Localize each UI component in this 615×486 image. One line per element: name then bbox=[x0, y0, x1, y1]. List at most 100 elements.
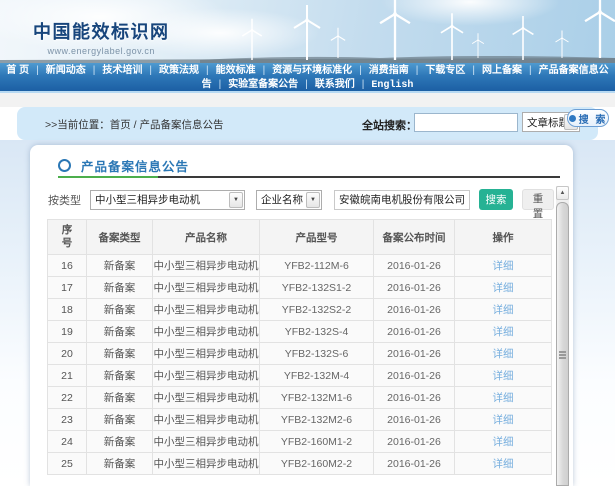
cell-seq: 20 bbox=[48, 343, 87, 365]
cell-name: 中小型三相异步电动机 bbox=[153, 409, 260, 431]
filter-search-button[interactable]: 搜索 bbox=[479, 189, 513, 210]
filter-toolbar: 按类型 中小型三相异步电动机 ▼ 企业名称 ▼ 搜索 重置 bbox=[48, 189, 554, 210]
nav-item-0[interactable]: 首 页 bbox=[6, 65, 29, 76]
breadcrumb-bar: >>当前位置：首页 / 产品备案信息公告 全站搜索： 文章标题 ▼ bbox=[17, 107, 598, 140]
column-header-1: 备案类型 bbox=[87, 220, 153, 255]
filter-reset-button[interactable]: 重置 bbox=[522, 189, 554, 210]
detail-link[interactable]: 详细 bbox=[493, 304, 514, 316]
scrollbar-grip bbox=[559, 351, 566, 353]
cell-name: 中小型三相异步电动机 bbox=[153, 277, 260, 299]
breadcrumb-home-link[interactable]: 首页 bbox=[110, 119, 131, 131]
section-underline bbox=[58, 176, 560, 178]
vertical-scrollbar[interactable]: ▲ bbox=[556, 186, 569, 486]
table-row: 18新备案中小型三相异步电动机YFB2-132S2-22016-01-26详细 bbox=[48, 299, 552, 321]
cell-name: 中小型三相异步电动机 bbox=[153, 431, 260, 453]
cell-date: 2016-01-26 bbox=[374, 365, 455, 387]
cell-seq: 25 bbox=[48, 453, 87, 475]
nav-item-6[interactable]: 消费指南 bbox=[369, 65, 409, 76]
nav-item-7[interactable]: 下载专区 bbox=[425, 65, 465, 76]
detail-link[interactable]: 详细 bbox=[493, 282, 514, 294]
cell-model: YFB2-160M1-2 bbox=[260, 431, 374, 453]
type-select[interactable]: 中小型三相异步电动机 ▼ bbox=[90, 190, 245, 210]
chevron-down-icon[interactable]: ▼ bbox=[306, 192, 320, 208]
cell-date: 2016-01-26 bbox=[374, 387, 455, 409]
cell-date: 2016-01-26 bbox=[374, 255, 455, 277]
cell-type: 新备案 bbox=[87, 387, 153, 409]
cell-date: 2016-01-26 bbox=[374, 299, 455, 321]
cell-model: YFB2-132S2-2 bbox=[260, 299, 374, 321]
detail-link[interactable]: 详细 bbox=[493, 326, 514, 338]
nav-item-5[interactable]: 资源与环境标准化 bbox=[272, 65, 352, 76]
cell-seq: 22 bbox=[48, 387, 87, 409]
detail-link[interactable]: 详细 bbox=[493, 458, 514, 470]
nav-separator: | bbox=[472, 65, 475, 76]
cell-model: YFB2-112M-6 bbox=[260, 255, 374, 277]
cell-date: 2016-01-26 bbox=[374, 321, 455, 343]
nav-item-12[interactable]: English bbox=[371, 80, 413, 91]
scrollbar-thumb[interactable] bbox=[556, 202, 569, 486]
nav-item-10[interactable]: 实验室备案公告 bbox=[228, 79, 298, 90]
site-search-button-label: 搜 索 bbox=[579, 111, 608, 126]
column-header-2: 产品名称 bbox=[153, 220, 260, 255]
column-header-3: 产品型号 bbox=[260, 220, 374, 255]
cell-type: 新备案 bbox=[87, 409, 153, 431]
detail-link[interactable]: 详细 bbox=[493, 436, 514, 448]
table-row: 23新备案中小型三相异步电动机YFB2-132M2-62016-01-26详细 bbox=[48, 409, 552, 431]
detail-link[interactable]: 详细 bbox=[493, 260, 514, 272]
table-row: 25新备案中小型三相异步电动机YFB2-160M2-22016-01-26详细 bbox=[48, 453, 552, 475]
cell-type: 新备案 bbox=[87, 431, 153, 453]
nav-item-3[interactable]: 政策法规 bbox=[159, 65, 199, 76]
nav-item-1[interactable]: 新闻动态 bbox=[46, 65, 86, 76]
records-table: 序号备案类型产品名称产品型号备案公布时间操作 16新备案中小型三相异步电动机YF… bbox=[47, 219, 552, 475]
cell-seq: 19 bbox=[48, 321, 87, 343]
cell-action: 详细 bbox=[455, 365, 552, 387]
table-row: 21新备案中小型三相异步电动机YFB2-132M-42016-01-26详细 bbox=[48, 365, 552, 387]
nav-separator: | bbox=[362, 79, 365, 90]
site-search-label: 全站搜索： bbox=[362, 117, 417, 133]
detail-link[interactable]: 详细 bbox=[493, 348, 514, 360]
column-header-label: 序号 bbox=[61, 224, 73, 249]
cell-action: 详细 bbox=[455, 255, 552, 277]
cell-name: 中小型三相异步电动机 bbox=[153, 321, 260, 343]
cell-name: 中小型三相异步电动机 bbox=[153, 365, 260, 387]
cell-action: 详细 bbox=[455, 321, 552, 343]
company-name-input[interactable] bbox=[334, 190, 470, 210]
breadcrumb-prefix: >>当前位置： bbox=[45, 119, 110, 131]
nav-item-2[interactable]: 技术培训 bbox=[102, 65, 142, 76]
nav-separator: | bbox=[359, 65, 362, 76]
site-search-button[interactable]: 搜 索 bbox=[567, 109, 609, 127]
table-row: 17新备案中小型三相异步电动机YFB2-132S1-22016-01-26详细 bbox=[48, 277, 552, 299]
column-header-label: 备案类型 bbox=[99, 232, 141, 244]
cell-seq: 21 bbox=[48, 365, 87, 387]
cell-type: 新备案 bbox=[87, 299, 153, 321]
nav-separator: | bbox=[305, 79, 308, 90]
column-header-label: 备案公布时间 bbox=[383, 232, 446, 244]
nav-separator: | bbox=[93, 65, 96, 76]
table-row: 19新备案中小型三相异步电动机YFB2-132S-42016-01-26详细 bbox=[48, 321, 552, 343]
detail-link[interactable]: 详细 bbox=[493, 414, 514, 426]
detail-link[interactable]: 详细 bbox=[493, 392, 514, 404]
nav-item-4[interactable]: 能效标准 bbox=[216, 65, 256, 76]
content-panel: 产品备案信息公告 按类型 中小型三相异步电动机 ▼ 企业名称 ▼ 搜索 重置 序… bbox=[30, 145, 573, 486]
cell-type: 新备案 bbox=[87, 453, 153, 475]
detail-link[interactable]: 详细 bbox=[493, 370, 514, 382]
underline-green-segment bbox=[58, 176, 158, 178]
cell-action: 详细 bbox=[455, 431, 552, 453]
site-search-input[interactable] bbox=[414, 113, 518, 132]
type-filter-label: 按类型 bbox=[48, 192, 81, 208]
scroll-up-button[interactable]: ▲ bbox=[556, 186, 569, 200]
cell-type: 新备案 bbox=[87, 255, 153, 277]
column-header-0: 序号 bbox=[48, 220, 87, 255]
nav-item-11[interactable]: 联系我们 bbox=[315, 79, 355, 90]
cell-action: 详细 bbox=[455, 453, 552, 475]
company-field-select[interactable]: 企业名称 ▼ bbox=[256, 190, 322, 210]
cell-model: YFB2-132M-4 bbox=[260, 365, 374, 387]
cell-seq: 23 bbox=[48, 409, 87, 431]
nav-item-8[interactable]: 网上备案 bbox=[482, 65, 522, 76]
cell-action: 详细 bbox=[455, 277, 552, 299]
chevron-down-icon[interactable]: ▼ bbox=[229, 192, 243, 208]
company-field-value: 企业名称 bbox=[257, 192, 306, 207]
cell-type: 新备案 bbox=[87, 343, 153, 365]
table-row: 20新备案中小型三相异步电动机YFB2-132S-62016-01-26详细 bbox=[48, 343, 552, 365]
circle-bullet-icon bbox=[58, 159, 71, 172]
